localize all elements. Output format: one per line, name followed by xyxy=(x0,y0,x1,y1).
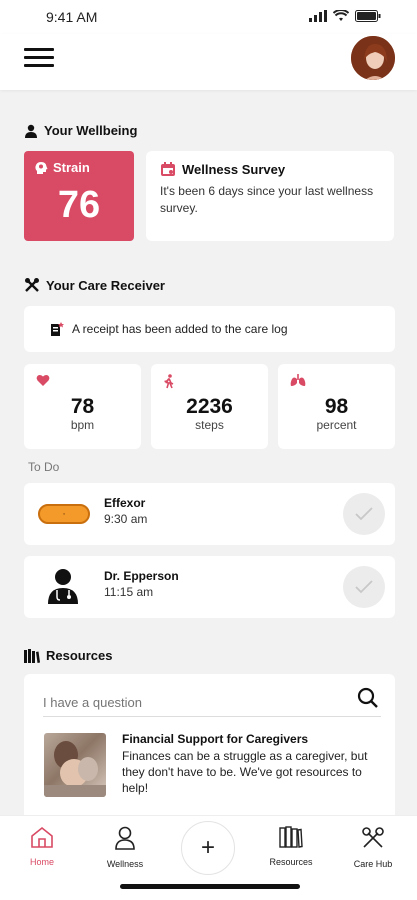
person-outline-icon xyxy=(115,826,135,850)
menu-icon xyxy=(24,48,54,51)
vital-value: 2236 xyxy=(186,395,233,418)
signal-icon xyxy=(309,10,327,22)
vital-unit: steps xyxy=(195,418,224,432)
books-icon xyxy=(24,648,40,663)
vital-unit: percent xyxy=(316,418,357,432)
avatar[interactable] xyxy=(349,34,397,82)
home-icon xyxy=(31,826,53,848)
wellbeing-section-title: Your Wellbeing xyxy=(24,123,137,138)
plus-icon: + xyxy=(200,834,215,861)
wellness-survey-card[interactable]: Wellness Survey It's been 6 days since y… xyxy=(146,151,394,241)
todo-name: Dr. Epperson xyxy=(104,569,179,583)
wifi-icon xyxy=(333,10,349,21)
todo-time: 9:30 am xyxy=(104,512,148,526)
article-text: Finances can be a struggle as a caregive… xyxy=(122,749,368,795)
vital-unit: bpm xyxy=(70,418,95,432)
nav-wellness-label: Wellness xyxy=(106,859,144,869)
vital-steps[interactable]: 2236 steps xyxy=(151,364,268,449)
nav-care-hub-label: Care Hub xyxy=(353,859,393,869)
home-indicator xyxy=(120,884,300,889)
strain-value: 76 xyxy=(57,184,101,226)
vital-oxygen[interactable]: 98 percent xyxy=(278,364,395,449)
care-log-notice[interactable]: A receipt has been added to the care log xyxy=(24,306,395,352)
care-receiver-section-title: Your Care Receiver xyxy=(24,277,165,293)
head-icon xyxy=(35,161,48,174)
search-input[interactable] xyxy=(43,691,343,713)
article-thumbnail[interactable] xyxy=(44,733,106,797)
check-icon xyxy=(355,507,373,521)
bottom-nav: Home Wellness + Resources Care Hub xyxy=(0,815,417,900)
books-outline-icon xyxy=(279,826,303,848)
resources-section-title: Resources xyxy=(24,648,112,663)
heart-icon xyxy=(36,374,50,386)
todo-label: To Do xyxy=(28,460,60,474)
walking-icon xyxy=(164,374,174,389)
nav-wellness[interactable]: Wellness xyxy=(90,826,160,869)
strain-label: Strain xyxy=(53,160,90,175)
nav-home-label: Home xyxy=(29,857,54,867)
check-icon xyxy=(355,580,373,594)
complete-button[interactable] xyxy=(343,566,385,608)
todo-item[interactable]: ◦ Effexor 9:30 am xyxy=(24,483,395,545)
tools-icon xyxy=(25,278,39,292)
nav-home[interactable]: Home xyxy=(7,826,77,867)
strain-card[interactable]: Strain 76 xyxy=(24,151,134,241)
doctor-icon xyxy=(48,569,78,604)
vital-value: 98 xyxy=(324,395,349,418)
avatar-photo xyxy=(351,36,395,80)
vital-heart-rate[interactable]: 78 bpm xyxy=(24,364,141,449)
pill-icon: ◦ xyxy=(38,504,90,524)
add-button[interactable]: + xyxy=(181,821,235,875)
status-time: 9:41 AM xyxy=(46,9,98,25)
nav-resources-label: Resources xyxy=(269,857,313,867)
survey-text: It's been 6 days since your last wellnes… xyxy=(160,184,374,215)
lungs-icon xyxy=(290,374,306,386)
nav-care-hub[interactable]: Care Hub xyxy=(338,826,408,869)
todo-name: Effexor xyxy=(104,496,146,510)
complete-button[interactable] xyxy=(343,493,385,535)
todo-time: 11:15 am xyxy=(104,585,154,599)
vital-value: 78 xyxy=(70,395,95,418)
battery-icon xyxy=(355,10,381,22)
tools-outline-icon xyxy=(362,827,384,848)
person-icon xyxy=(25,124,37,138)
search-icon[interactable] xyxy=(357,687,379,709)
nav-resources[interactable]: Resources xyxy=(256,826,326,867)
resource-search xyxy=(43,687,381,717)
care-log-notice-text: A receipt has been added to the care log xyxy=(72,322,288,336)
app-header xyxy=(0,34,417,90)
article-title[interactable]: Financial Support for Caregivers xyxy=(122,732,308,746)
status-bar: 9:41 AM xyxy=(0,0,417,34)
receipt-icon xyxy=(51,322,64,336)
menu-button[interactable] xyxy=(24,48,54,70)
todo-item[interactable]: Dr. Epperson 11:15 am xyxy=(24,556,395,618)
survey-title: Wellness Survey xyxy=(182,161,286,177)
status-icons xyxy=(309,10,381,22)
calendar-icon xyxy=(161,162,175,176)
